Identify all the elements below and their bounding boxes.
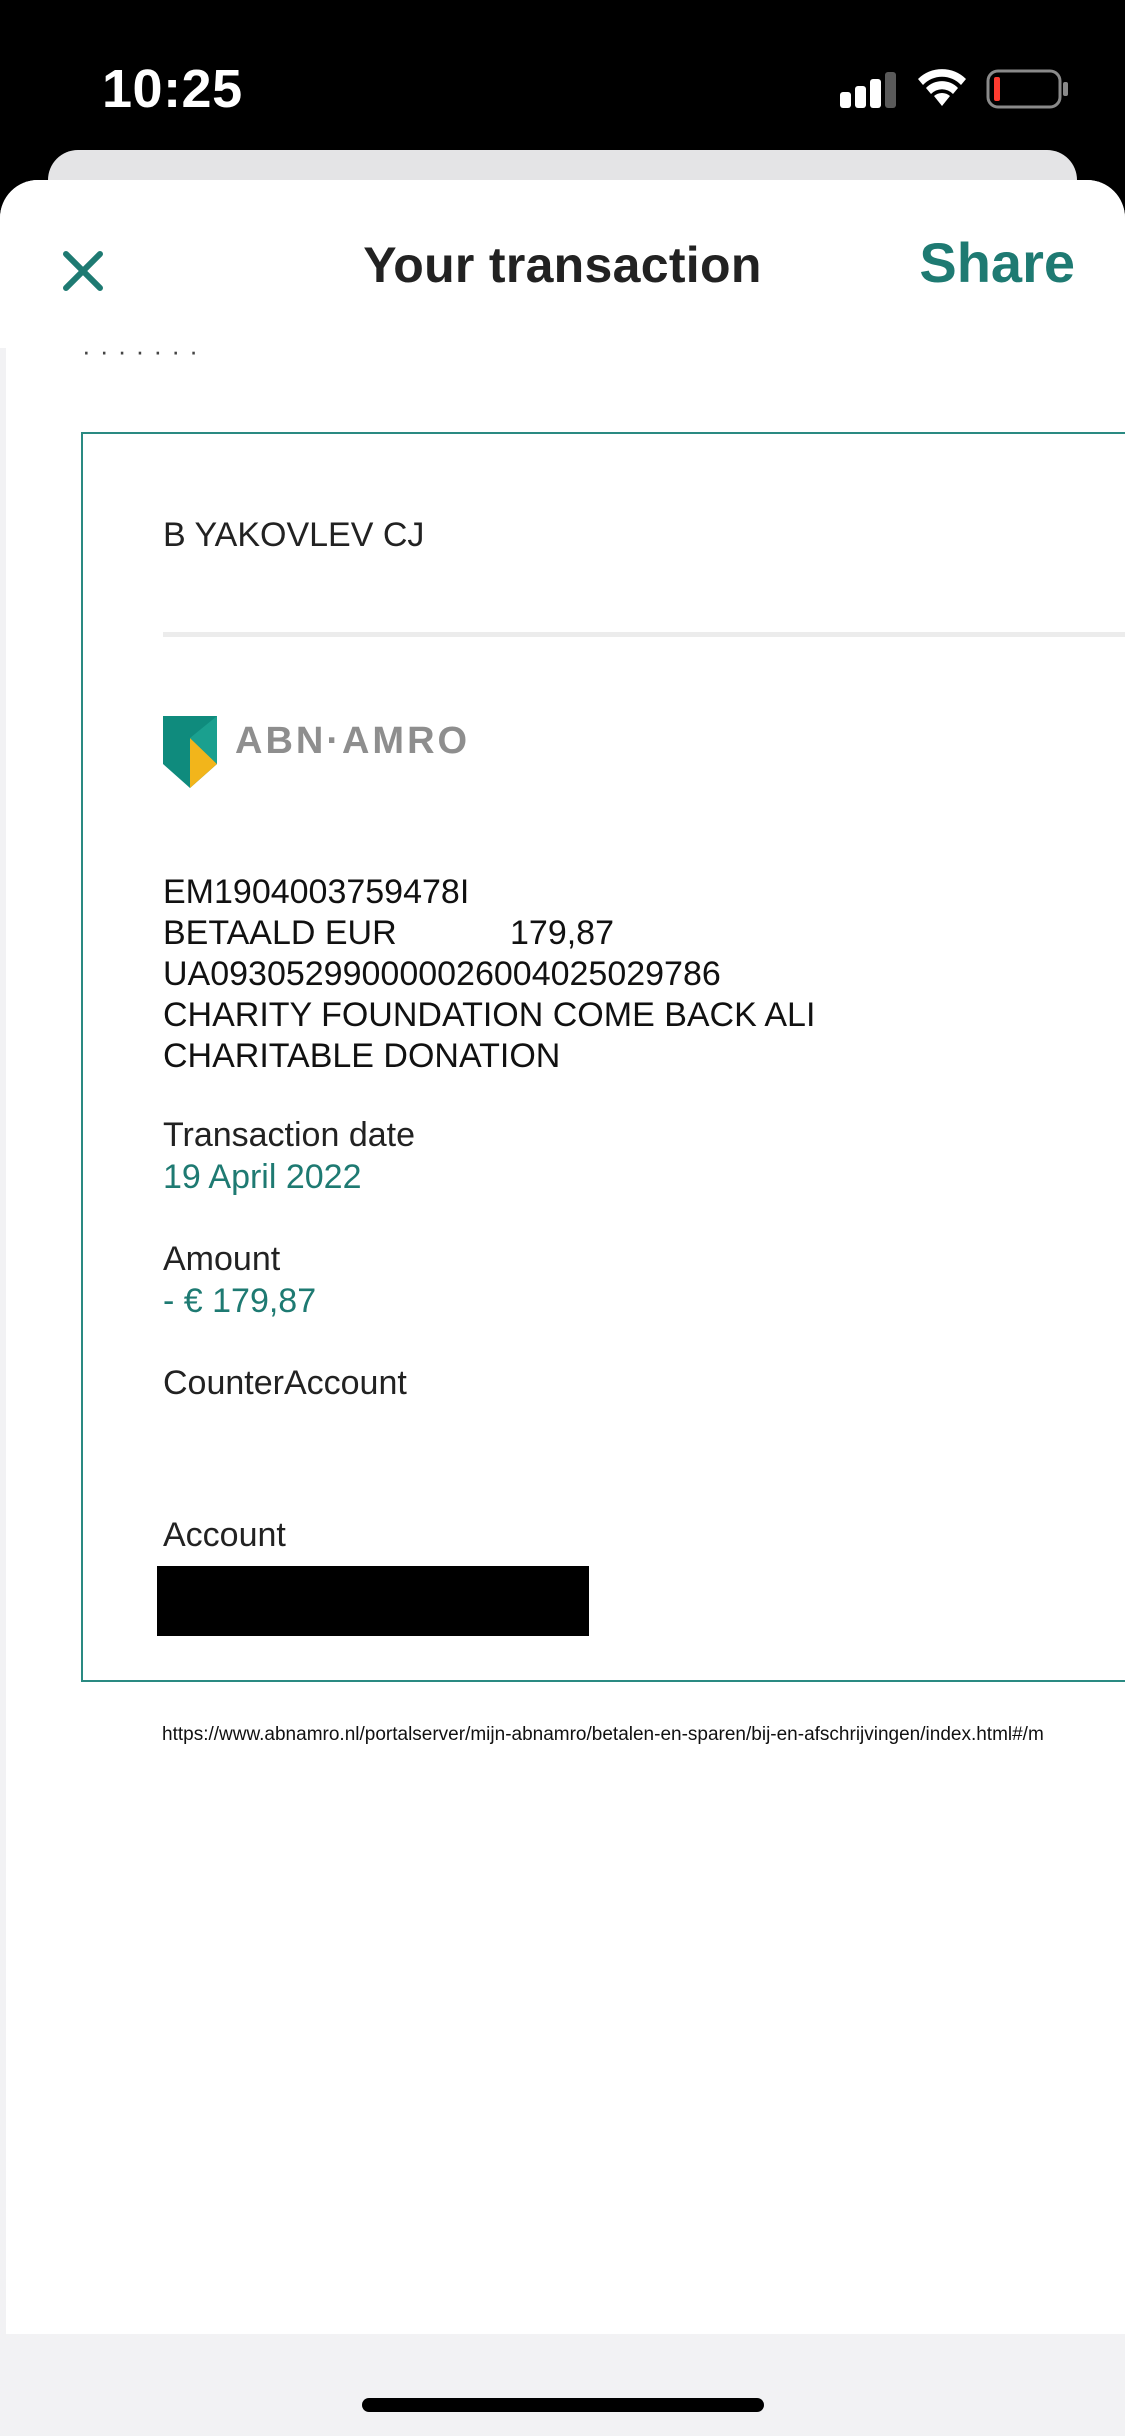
abn-amro-shield-icon (163, 716, 217, 788)
amount-value: - € 179,87 (163, 1282, 317, 1320)
document-preview[interactable]: · · · · · · · B YAKOVLEV CJ ABN·AMRO EM1… (6, 348, 1125, 2334)
description-line: CHARITY FOUNDATION COME BACK ALI (163, 996, 816, 1034)
transaction-date-label: Transaction date (163, 1116, 415, 1154)
redacted-account-number (157, 1566, 589, 1636)
nav-bar: Your transaction Share (0, 180, 1125, 348)
transaction-sheet: Your transaction Share · · · · · · · B Y… (0, 180, 1125, 2436)
divider (163, 632, 1125, 637)
wifi-icon (918, 69, 966, 106)
account-label: Account (163, 1516, 286, 1554)
account-holder: B YAKOVLEV CJ (163, 516, 425, 554)
bank-name: ABN·AMRO (235, 720, 471, 762)
bank-logo: ABN·AMRO (163, 716, 467, 792)
description-line: CHARITABLE DONATION (163, 1037, 561, 1075)
home-indicator[interactable] (362, 2398, 764, 2412)
document-cut-off-text: · · · · · · · (82, 348, 199, 366)
description-line: EM1904003759478I (163, 873, 470, 911)
transaction-date-value: 19 April 2022 (163, 1158, 362, 1196)
amount-label: Amount (163, 1240, 281, 1278)
transaction-frame: B YAKOVLEV CJ ABN·AMRO EM1904003759478I … (81, 432, 1125, 1682)
document-url: https://www.abnamro.nl/portalserver/mijn… (162, 1724, 1044, 1745)
counter-account-label: CounterAccount (163, 1364, 407, 1402)
status-bar: 10:25 (0, 0, 1125, 150)
description-line: BETAALD EUR 179,87 (163, 914, 614, 952)
cellular-signal-icon (840, 72, 896, 108)
screen: 10:25 Your transaction Share · · · · · ·… (0, 0, 1125, 2436)
share-button[interactable]: Share (919, 230, 1075, 295)
battery-low-icon (986, 69, 1068, 109)
status-time: 10:25 (102, 59, 243, 119)
description-line: UA093052990000026004025029786 (163, 955, 721, 993)
transaction-description: EM1904003759478I BETAALD EUR 179,87 UA09… (163, 872, 815, 1077)
